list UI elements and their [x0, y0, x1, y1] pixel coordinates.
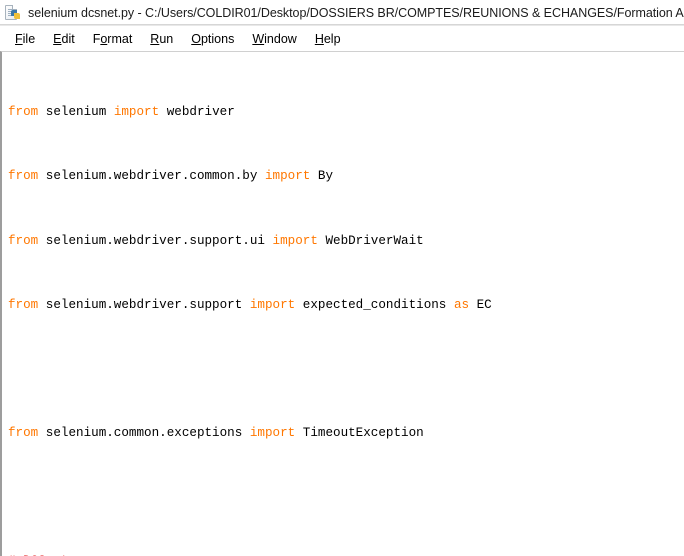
token-keyword: from	[8, 105, 39, 120]
token-alias: EC	[469, 297, 492, 312]
token-keyword: import	[113, 105, 160, 120]
window-title: selenium dcsnet.py - C:/Users/COLDIR01/D…	[28, 5, 684, 20]
python-file-icon	[5, 4, 22, 22]
token-keyword: import	[264, 169, 311, 184]
menu-bar: File Edit Format Run Options Window Help	[0, 26, 684, 51]
token-keyword: from	[8, 297, 39, 312]
code-line: from selenium.webdriver.common.by import…	[8, 168, 684, 184]
editor-area[interactable]: from selenium import webdriver from sele…	[0, 51, 684, 556]
title-bar: selenium dcsnet.py - C:/Users/COLDIR01/D…	[0, 0, 684, 26]
token-module: selenium.webdriver.common.by	[38, 169, 265, 184]
token-keyword: from	[8, 169, 39, 184]
code-line: from selenium.webdriver.support import e…	[8, 297, 684, 313]
token-module: selenium.webdriver.support.ui	[38, 233, 273, 248]
menu-label-window: indow	[264, 31, 297, 46]
source-code[interactable]: from selenium import webdriver from sele…	[2, 52, 684, 556]
token-name: WebDriverWait	[317, 233, 424, 248]
menu-item-format[interactable]: Format	[84, 30, 142, 48]
menu-label-edit: dit	[61, 31, 75, 46]
menu-item-options[interactable]: Options	[182, 30, 243, 48]
menu-item-file[interactable]: File	[6, 30, 44, 48]
token-name: webdriver	[159, 105, 235, 120]
menu-label-file: ile	[22, 31, 36, 46]
idle-editor-window: selenium dcsnet.py - C:/Users/COLDIR01/D…	[0, 0, 684, 556]
menu-item-edit[interactable]: Edit	[44, 30, 84, 48]
menu-label-format: rmat	[107, 31, 133, 46]
token-name: By	[310, 169, 334, 184]
menu-label-options: ptions	[200, 31, 235, 46]
menu-item-window[interactable]: Window	[243, 30, 305, 48]
token-module: selenium.webdriver.support	[38, 297, 250, 312]
code-line: from selenium.webdriver.support.ui impor…	[8, 233, 684, 249]
menu-label-help: elp	[323, 31, 341, 46]
token-name: TimeoutException	[295, 426, 424, 441]
token-keyword: import	[249, 297, 296, 312]
code-line: from selenium.common.exceptions import T…	[8, 425, 684, 441]
token-keyword: from	[8, 426, 39, 441]
token-keyword: as	[453, 297, 470, 312]
menu-item-run[interactable]: Run	[141, 30, 182, 48]
token-module: selenium.common.exceptions	[38, 426, 250, 441]
token-keyword: import	[272, 233, 318, 248]
menu-label-run: un	[159, 31, 174, 46]
token-keyword: import	[249, 426, 296, 441]
token-name: expected_conditions	[295, 297, 454, 312]
menu-item-help[interactable]: Help	[306, 30, 350, 48]
token-module: selenium	[38, 105, 114, 120]
token-keyword: from	[8, 233, 39, 248]
code-line: from selenium import webdriver	[8, 104, 684, 120]
